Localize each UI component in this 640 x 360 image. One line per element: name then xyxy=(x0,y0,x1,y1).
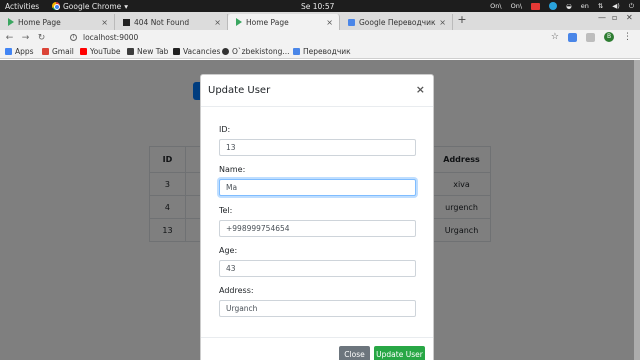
close-icon[interactable]: × xyxy=(416,83,425,96)
network-icon[interactable]: ⇅ xyxy=(598,2,603,10)
modal-footer: Close Update User xyxy=(201,337,433,360)
close-button[interactable]: Close xyxy=(339,346,370,360)
bookmark-translate[interactable]: Переводчик xyxy=(293,47,351,56)
modal-header: Update User × xyxy=(201,75,433,107)
update-user-modal: Update User × ID: Name: Tel: Age: Addres… xyxy=(200,74,434,360)
youtube-tray-icon[interactable] xyxy=(531,2,541,10)
age-label: Age: xyxy=(219,246,238,255)
bookmark-vacancies[interactable]: Vacancies xyxy=(173,47,220,56)
minimize-icon[interactable]: — xyxy=(598,13,606,22)
id-label: ID: xyxy=(219,125,231,134)
tab-404-not-found[interactable]: 404 Not Found × xyxy=(115,14,228,30)
bookmark-ozbekistong[interactable]: O`zbekistong... xyxy=(222,47,290,56)
menu-dots-icon[interactable]: ⋮ xyxy=(623,32,632,42)
language-indicator[interactable]: en xyxy=(581,2,589,10)
tab-label: Home Page xyxy=(246,17,289,27)
square-icon xyxy=(123,18,130,26)
chevron-down-icon: ▾ xyxy=(124,1,129,11)
reload-icon[interactable]: ↻ xyxy=(37,33,46,43)
tab-home-page-active[interactable]: Home Page × xyxy=(228,14,340,30)
extension-icon[interactable] xyxy=(586,32,595,42)
name-field[interactable] xyxy=(219,179,416,196)
bookmark-star-icon[interactable]: ☆ xyxy=(551,32,559,42)
tel-label: Tel: xyxy=(219,206,233,215)
close-tab-icon[interactable]: × xyxy=(326,18,333,27)
tray-indicator-2[interactable]: On\ xyxy=(511,2,522,10)
apps-grid-icon xyxy=(5,48,12,55)
modal-title: Update User xyxy=(208,85,271,96)
gmail-icon xyxy=(42,48,49,55)
maximize-icon[interactable]: ▫ xyxy=(612,13,617,22)
address-label: Address: xyxy=(219,286,254,295)
play-icon xyxy=(236,18,242,26)
power-icon[interactable]: ⏻ xyxy=(629,2,634,11)
tab-google-translate[interactable]: Google Переводчик × xyxy=(340,14,453,30)
tab-label: 404 Not Found xyxy=(134,17,190,27)
forward-icon[interactable]: → xyxy=(21,33,30,43)
wifi-icon[interactable]: ◒ xyxy=(566,2,572,10)
tel-field[interactable] xyxy=(219,220,416,237)
bookmark-label: New Tab xyxy=(137,47,169,56)
close-tab-icon[interactable]: × xyxy=(439,18,446,27)
hh-icon xyxy=(173,48,180,55)
clock[interactable]: Se 10:57 xyxy=(301,2,334,11)
name-label: Name: xyxy=(219,165,246,174)
new-tab-icon xyxy=(127,48,134,55)
bookmark-label: Vacancies xyxy=(183,47,221,56)
site-icon xyxy=(222,48,229,55)
info-icon[interactable]: i xyxy=(70,34,77,41)
close-tab-icon[interactable]: × xyxy=(214,18,221,27)
tab-label: Google Переводчик xyxy=(359,17,436,27)
bookmark-apps[interactable]: Apps xyxy=(5,47,34,56)
tray-indicator-1[interactable]: On\ xyxy=(490,2,501,10)
bookmark-youtube[interactable]: YouTube xyxy=(80,47,121,56)
toolbar-actions: ☆ B ⋮ xyxy=(551,32,632,42)
bookmark-label: YouTube xyxy=(90,47,121,56)
play-icon xyxy=(8,18,14,26)
tab-strip: Home Page × 404 Not Found × Home Page × … xyxy=(0,12,640,30)
browser-toolbar: ← → ↻ i localhost:9000 ☆ B ⋮ xyxy=(0,30,640,45)
bookmarks-bar: Apps Gmail YouTube New Tab Vacancies O`z… xyxy=(0,45,640,59)
address-bar[interactable]: i localhost:9000 xyxy=(70,30,138,45)
page-scrollbar[interactable] xyxy=(634,60,640,360)
translate-extension-icon[interactable] xyxy=(568,32,577,42)
bookmark-label: O`zbekistong... xyxy=(232,47,290,56)
tab-home-page-1[interactable]: Home Page × xyxy=(0,14,115,30)
bookmark-label: Apps xyxy=(15,47,34,56)
chrome-icon xyxy=(52,2,60,10)
url-text[interactable]: localhost:9000 xyxy=(83,33,138,42)
app-menu[interactable]: Google Chrome ▾ xyxy=(52,2,128,11)
back-icon[interactable]: ← xyxy=(5,33,14,43)
close-tab-icon[interactable]: × xyxy=(101,18,108,27)
bookmark-label: Переводчик xyxy=(303,47,351,56)
youtube-icon xyxy=(80,48,87,55)
bookmark-label: Gmail xyxy=(52,47,74,56)
id-field[interactable] xyxy=(219,139,416,156)
update-user-button[interactable]: Update User xyxy=(374,346,425,360)
bookmark-gmail[interactable]: Gmail xyxy=(42,47,74,56)
new-tab-button[interactable]: + xyxy=(456,14,468,26)
system-top-bar: Activities Google Chrome ▾ Se 10:57 On\ … xyxy=(0,0,640,12)
volume-icon[interactable]: ◀) xyxy=(612,2,620,10)
activities-button[interactable]: Activities xyxy=(0,2,48,11)
profile-avatar[interactable]: B xyxy=(604,32,614,42)
address-field[interactable] xyxy=(219,300,416,317)
google-translate-icon xyxy=(348,18,355,26)
app-name: Google Chrome xyxy=(63,1,122,11)
age-field[interactable] xyxy=(219,260,416,277)
bookmark-new-tab[interactable]: New Tab xyxy=(127,47,168,56)
system-tray[interactable]: On\ On\ ◒ en ⇅ ◀) ⏻ xyxy=(490,2,634,11)
close-window-icon[interactable]: ✕ xyxy=(626,13,633,22)
telegram-icon[interactable] xyxy=(549,2,558,10)
tab-label: Home Page xyxy=(18,17,61,27)
translate-icon xyxy=(293,48,300,55)
